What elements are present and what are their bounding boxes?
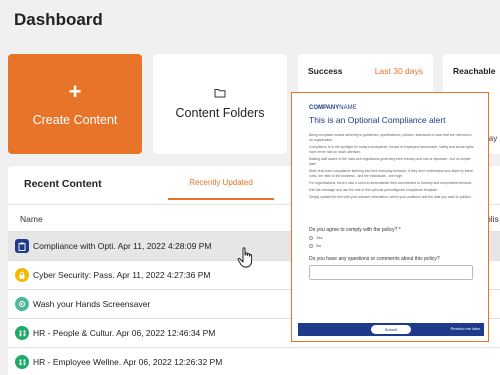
screensaver-icon (15, 297, 29, 311)
reachable-label: Reachable (453, 66, 496, 76)
alert-paragraph: Making staff aware of the rules and regu… (309, 157, 471, 166)
radio-yes-label: Yes (316, 235, 323, 240)
row-title: Compliance with Opti. Apr 11, 2022 4:28:… (33, 241, 212, 251)
remind-later-link[interactable]: Remind me later (451, 326, 480, 331)
row-title: HR - Employee Wellne. Apr 06, 2022 12:26… (33, 357, 223, 367)
column-name-header[interactable]: Name (20, 214, 43, 224)
row-title: Wash your Hands Screensaver (33, 299, 151, 309)
alert-paragraph: Simply update the text with your relevan… (309, 195, 472, 199)
radio-circle (309, 235, 313, 240)
question-agree: Do you agree to comply with the policy? … (309, 227, 401, 233)
alert-paragraph: Compliance is in the spotlight for today… (309, 145, 474, 154)
folder-icon (214, 89, 226, 98)
submit-button[interactable]: Submit (371, 325, 411, 334)
success-label: Success (308, 66, 343, 76)
people-icon (15, 355, 29, 369)
people-icon (15, 326, 29, 340)
row-title: Cyber Security: Pass. Apr 11, 2022 4:27:… (33, 270, 211, 280)
page-title: Dashboard (14, 10, 103, 29)
alert-paragraph: For organisations, there's also a need t… (309, 181, 473, 185)
date-range-selector[interactable]: Last 30 days (375, 66, 423, 76)
content-folders-label: Content Folders (175, 106, 265, 120)
alert-paragraph: Staff must learn compliance learning int… (309, 169, 474, 178)
radio-circle (309, 243, 313, 248)
alert-title: This is an Optional Compliance alert (309, 115, 446, 125)
alert-paragraph: Being compliant means adhering to guidel… (309, 133, 472, 142)
lock-icon (15, 268, 29, 282)
plus-icon: + (68, 79, 82, 104)
compliance-alert-preview: COMPANYNAME This is an Optional Complian… (291, 92, 489, 342)
table-row[interactable]: HR - Employee Wellne. Apr 06, 2022 12:26… (8, 348, 500, 375)
radio-no-label: No (316, 243, 322, 248)
radio-no[interactable]: No (309, 243, 321, 248)
company-name-logo: COMPANYNAME (309, 105, 357, 111)
alert-body: Being compliant means adhering to guidel… (309, 133, 475, 202)
radio-yes[interactable]: Yes (309, 235, 323, 240)
hand-cursor-icon (237, 247, 253, 268)
clipboard-icon (15, 239, 29, 253)
question-comments: Do you have any questions or comments ab… (309, 256, 440, 262)
row-title: HR - People & Cultur. Apr 06, 2022 12:46… (33, 328, 216, 338)
create-content-label: Create Content (32, 113, 118, 127)
tab-recently-updated[interactable]: Recently Updated (168, 178, 274, 200)
create-content-button[interactable]: + Create Content (8, 54, 142, 154)
comments-textarea[interactable] (309, 265, 473, 280)
alert-footer-bar: Submit Remind me later (298, 323, 484, 336)
recent-content-title: Recent Content (24, 178, 102, 190)
alert-paragraph: Edit the message and use the rest of thi… (309, 188, 438, 192)
content-folders-button[interactable]: Content Folders (153, 54, 287, 154)
